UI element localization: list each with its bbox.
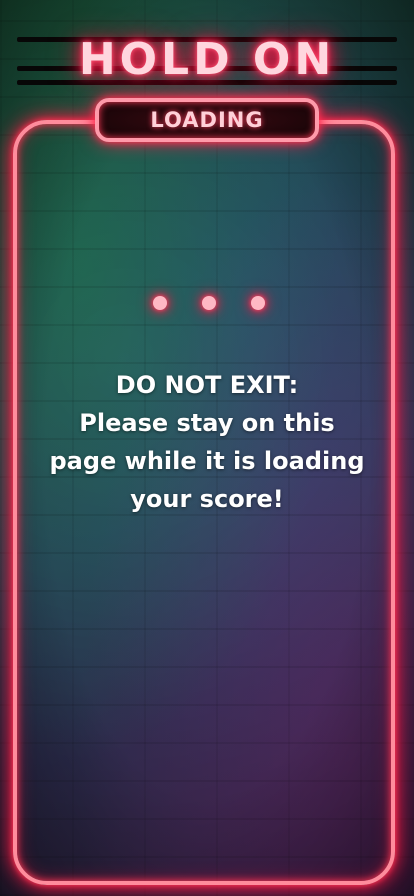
page-title: HOLD ON [78, 34, 336, 85]
header: HOLD ON [0, 30, 414, 90]
loading-badge: LOADING [95, 98, 319, 142]
loading-dots [0, 296, 414, 314]
message-line: Please stay on this [79, 409, 335, 437]
message-line: DO NOT EXIT: [115, 371, 299, 399]
message-line: page while it is loading [49, 447, 365, 475]
loading-dot [202, 296, 216, 310]
loading-dot [153, 296, 167, 310]
loading-dot [251, 296, 265, 310]
message-line: your score! [130, 485, 284, 513]
loading-label: LOADING [150, 108, 264, 132]
do-not-exit-message: DO NOT EXIT: Please stay on this page wh… [40, 366, 374, 518]
